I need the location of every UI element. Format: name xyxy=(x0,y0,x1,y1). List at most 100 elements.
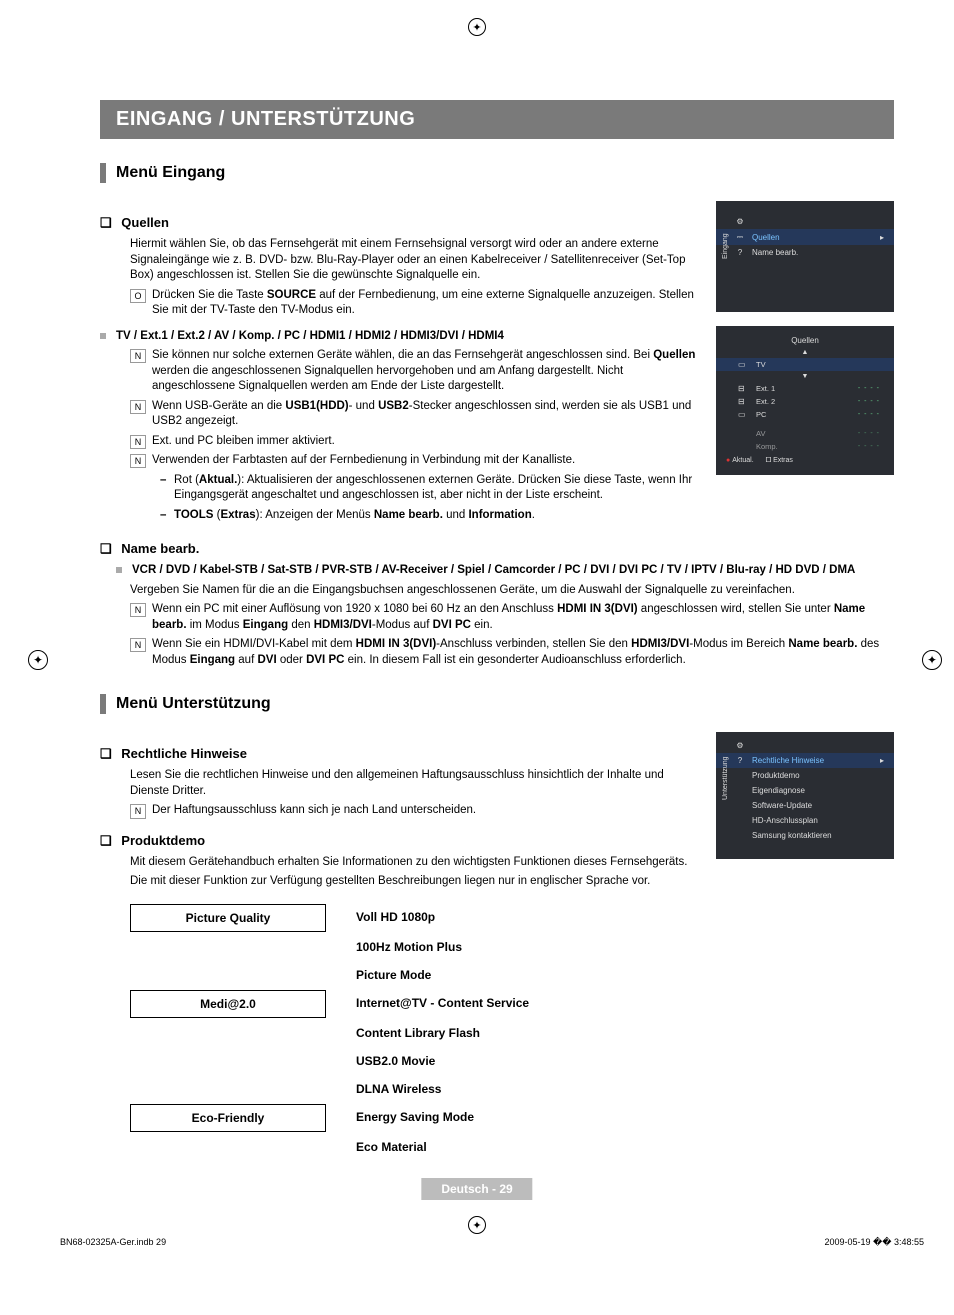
heading-bar-icon xyxy=(100,694,106,714)
osd-item: Software-Update xyxy=(716,798,894,813)
osd-nav-arrows: ▲ xyxy=(716,347,894,358)
note-icon: N xyxy=(130,638,146,652)
subhead-legal: ❏ Rechtliche Hinweise xyxy=(100,746,704,762)
text: Sie können nur solche externen Geräte wä… xyxy=(152,348,704,395)
osd-dots: ⚙ xyxy=(716,738,894,753)
osd-item-label: Software-Update xyxy=(752,801,812,810)
subhead-name-bearb: ❏ Name bearb. xyxy=(100,541,894,557)
note-icon: N xyxy=(130,454,146,468)
osd-source-name: Komp. xyxy=(756,442,778,451)
ext-icon: ⊟ xyxy=(738,384,750,393)
footer-timestamp: 2009-05-19 �� 3:48:55 xyxy=(824,1237,924,1248)
device-list-heading: VCR / DVD / Kabel-STB / Sat-STB / PVR-ST… xyxy=(116,563,894,579)
osd-item-quellen: ⎓ Quellen ▸ xyxy=(716,229,894,245)
produktdemo-diagram: Picture Quality Voll HD 1080p 100Hz Moti… xyxy=(130,904,894,1160)
subhead-label: Produktdemo xyxy=(121,833,205,848)
diagram-row: DLNA Wireless xyxy=(130,1076,894,1102)
section-heading-label: Menü Eingang xyxy=(116,164,225,182)
subhead-produktdemo: ❏ Produktdemo xyxy=(100,833,704,849)
heading-bar-icon xyxy=(100,163,106,183)
note: N Sie können nur solche externen Geräte … xyxy=(130,348,704,395)
diagram-row: Medi@2.0 Internet@TV - Content Service xyxy=(130,990,894,1018)
osd-side-label: Eingang xyxy=(722,233,729,259)
paragraph: Mit diesem Gerätehandbuch erhalten Sie I… xyxy=(130,855,704,871)
dash-icon: – xyxy=(160,473,174,504)
diagram-category: Picture Quality xyxy=(130,904,326,932)
diagram-feature: Picture Mode xyxy=(356,962,431,988)
osd-source-name: Ext. 2 xyxy=(756,397,775,406)
diagram-row: 100Hz Motion Plus xyxy=(130,934,894,960)
diagram-feature: 100Hz Motion Plus xyxy=(356,934,462,960)
osd-footer-tools: Extras xyxy=(773,457,793,464)
osd-source-row: Komp. - - - - xyxy=(716,440,894,453)
osd-item-label: Samsung kontaktieren xyxy=(752,831,832,840)
paragraph: Hiermit wählen Sie, ob das Fernsehgerät … xyxy=(130,237,704,284)
chevron-right-icon: ▸ xyxy=(880,756,884,765)
arrow-up-icon: ▲ xyxy=(799,349,812,356)
osd-item-label: HD-Anschlussplan xyxy=(752,816,818,825)
square-icon xyxy=(100,333,106,339)
osd-source-status: - - - - xyxy=(858,411,880,418)
osd-item: Produktdemo xyxy=(716,768,894,783)
text: TOOLS (Extras): Anzeigen der Menüs Name … xyxy=(174,508,535,524)
subhead-label: Rechtliche Hinweise xyxy=(121,746,247,761)
text: Der Haftungsausschluss kann sich je nach… xyxy=(152,803,476,819)
osd-item: Eigendiagnose xyxy=(716,783,894,798)
section-heading-support: Menü Unterstützung xyxy=(100,694,894,714)
text: Drücken Sie die Taste SOURCE auf der Fer… xyxy=(152,288,704,319)
subhead-label: Name bearb. xyxy=(121,541,199,556)
osd-footer: ●Aktual. 🞐Extras xyxy=(716,453,894,469)
osd-column: Eingang ⚙ ⎓ Quellen ▸ ? Name bearb. Q xyxy=(716,201,894,489)
note: N Wenn ein PC mit einer Auflösung von 19… xyxy=(130,602,894,633)
text: Wenn USB-Geräte an die USB1(HDD)- und US… xyxy=(152,399,704,430)
print-footer-meta: BN68-02325A-Ger.indb 29 2009-05-19 �� 3:… xyxy=(60,1237,924,1248)
note: N Verwenden der Farbtasten auf der Fernb… xyxy=(130,453,704,469)
osd-source-row: ▭PC- - - - xyxy=(716,408,894,421)
ext-icon: ⊟ xyxy=(738,397,750,406)
footer-filename: BN68-02325A-Ger.indb 29 xyxy=(60,1237,166,1248)
note-icon: N xyxy=(130,349,146,363)
osd-item-label: Produktdemo xyxy=(752,771,800,780)
note-icon: N xyxy=(130,804,146,818)
sub-note: – Rot (Aktual.): Aktualisieren der anges… xyxy=(160,473,704,504)
note-icon: N xyxy=(130,400,146,414)
osd-source-status: - - - - xyxy=(858,443,880,450)
source-list: TV / Ext.1 / Ext.2 / AV / Komp. / PC / H… xyxy=(116,329,504,345)
osd-item: Samsung kontaktieren xyxy=(716,828,894,843)
osd-item-label: Name bearb. xyxy=(752,248,798,257)
diagram-row: Eco Material xyxy=(130,1134,894,1160)
diagram-row: Eco-Friendly Energy Saving Mode xyxy=(130,1104,894,1132)
osd-quellen-list: Quellen ▲ ▭ TV ▼ ⊟Ext. 1- - - - ⊟Ext. 2-… xyxy=(716,326,894,475)
square-bullet-icon: ❏ xyxy=(100,215,112,230)
osd-footer-red: Aktual. xyxy=(732,457,753,464)
note: N Der Haftungsausschluss kann sich je na… xyxy=(130,803,704,819)
osd-source-row: ▭ TV xyxy=(716,358,894,371)
diagram-row: Content Library Flash xyxy=(130,1020,894,1046)
diagram-feature: Energy Saving Mode xyxy=(356,1104,474,1132)
text: Verwenden der Farbtasten auf der Fernbed… xyxy=(152,453,575,469)
section-heading-eingang: Menü Eingang xyxy=(100,163,894,183)
tools-icon: 🞐 xyxy=(766,457,771,464)
osd-item-name-bearb: ? Name bearb. xyxy=(716,245,894,260)
osd-item-legal: ? Rechtliche Hinweise ▸ xyxy=(716,753,894,768)
osd-support-menu: Unterstützung ⚙ ? Rechtliche Hinweise ▸ … xyxy=(716,732,894,859)
osd-source-name: TV xyxy=(756,360,766,369)
chapter-title: EINGANG / UNTERSTÜTZUNG xyxy=(100,100,894,139)
diagram-feature: Voll HD 1080p xyxy=(356,904,435,932)
osd-eingang-menu: Eingang ⚙ ⎓ Quellen ▸ ? Name bearb. xyxy=(716,201,894,312)
subhead-quellen: ❏ Quellen xyxy=(100,215,704,231)
sub-note: – TOOLS (Extras): Anzeigen der Menüs Nam… xyxy=(160,508,704,524)
source-list-heading: TV / Ext.1 / Ext.2 / AV / Komp. / PC / H… xyxy=(100,329,704,345)
text: Wenn ein PC mit einer Auflösung von 1920… xyxy=(152,602,894,633)
osd-source-name: PC xyxy=(756,410,766,419)
diagram-row: Picture Mode xyxy=(130,962,894,988)
question-icon: ? xyxy=(734,756,746,765)
osd-source-status: - - - - xyxy=(858,398,880,405)
diagram-feature: DLNA Wireless xyxy=(356,1076,441,1102)
subhead-label: Quellen xyxy=(121,215,169,230)
device-list: VCR / DVD / Kabel-STB / Sat-STB / PVR-ST… xyxy=(132,563,855,579)
question-icon: ? xyxy=(734,248,746,257)
osd-source-status: - - - - xyxy=(858,430,880,437)
note-icon: N xyxy=(130,603,146,617)
osd-title: Quellen xyxy=(716,332,894,347)
